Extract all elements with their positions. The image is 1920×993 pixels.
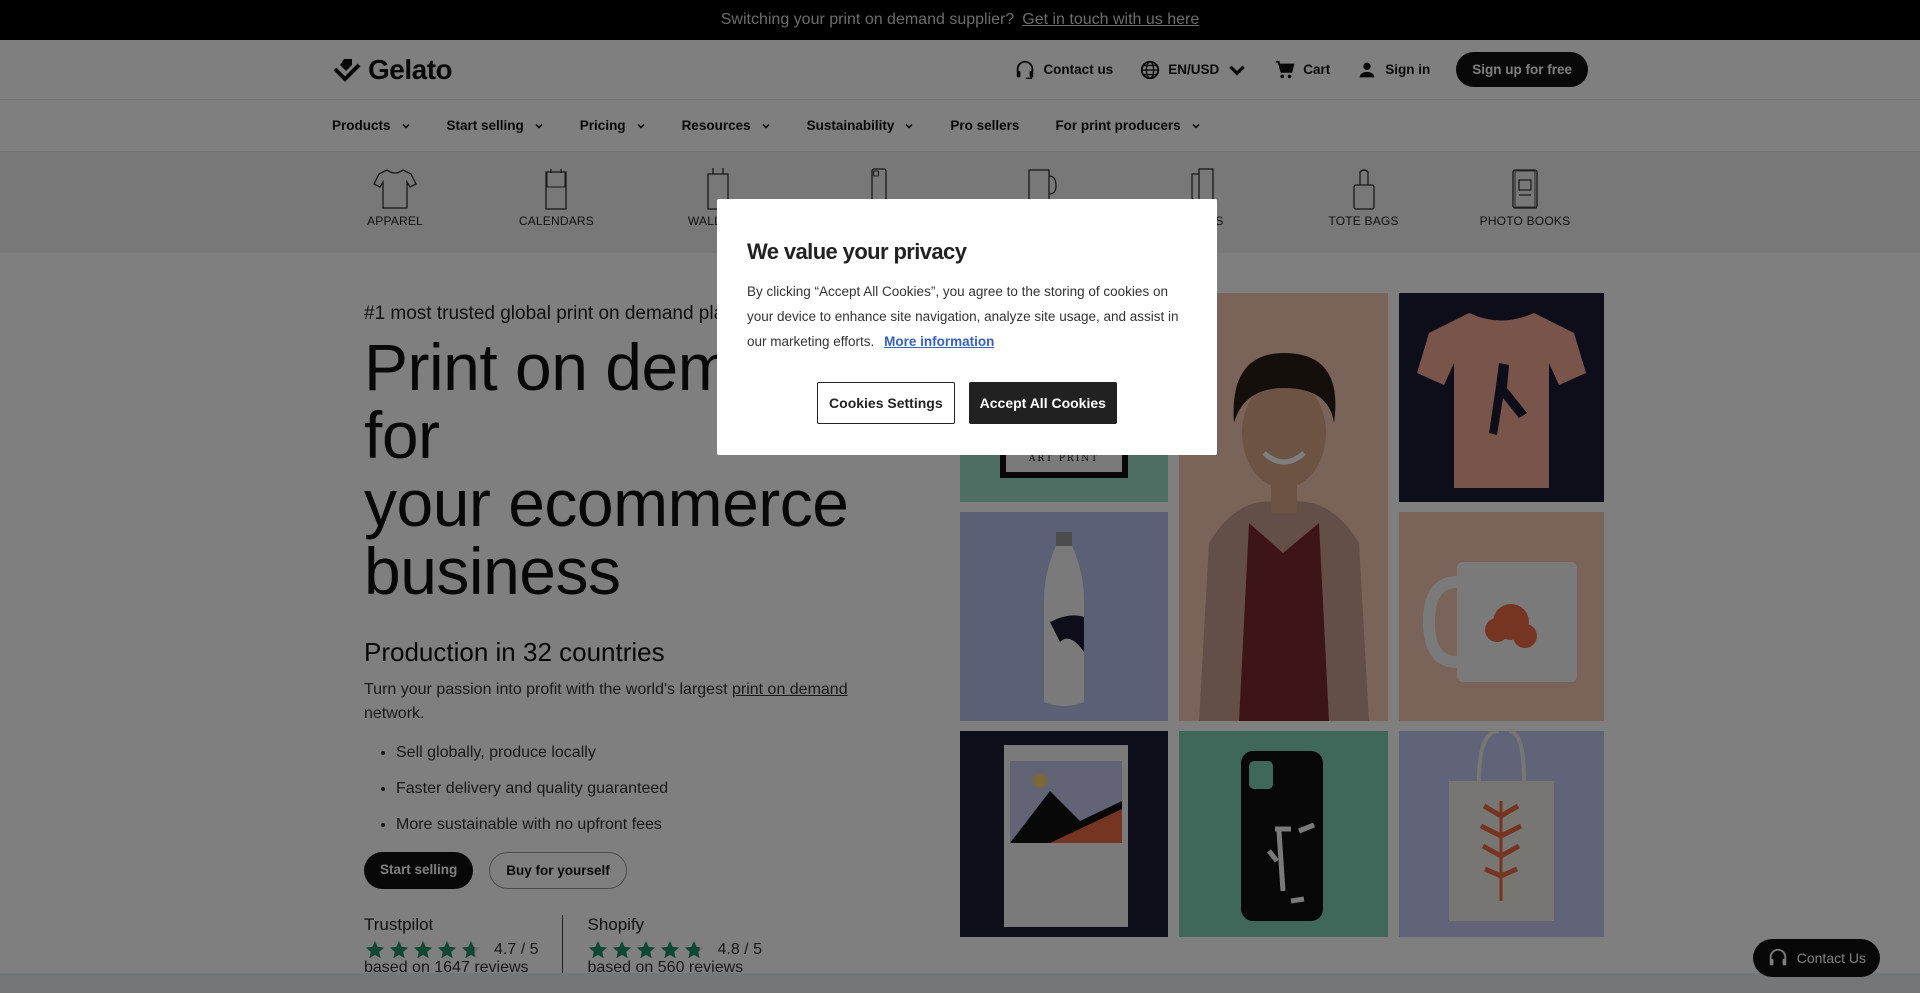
cookies-settings-button[interactable]: Cookies Settings — [817, 382, 955, 424]
cookie-dialog-body: By clicking “Accept All Cookies”, you ag… — [747, 279, 1187, 354]
modal-backdrop[interactable] — [0, 0, 1920, 993]
accept-all-cookies-button[interactable]: Accept All Cookies — [968, 382, 1117, 424]
more-information-link[interactable]: More information — [884, 334, 994, 349]
cookie-consent-dialog: We value your privacy By clicking “Accep… — [717, 199, 1217, 455]
cookie-dialog-title: We value your privacy — [747, 239, 967, 264]
cookie-dialog-actions: Cookies Settings Accept All Cookies — [747, 382, 1187, 424]
